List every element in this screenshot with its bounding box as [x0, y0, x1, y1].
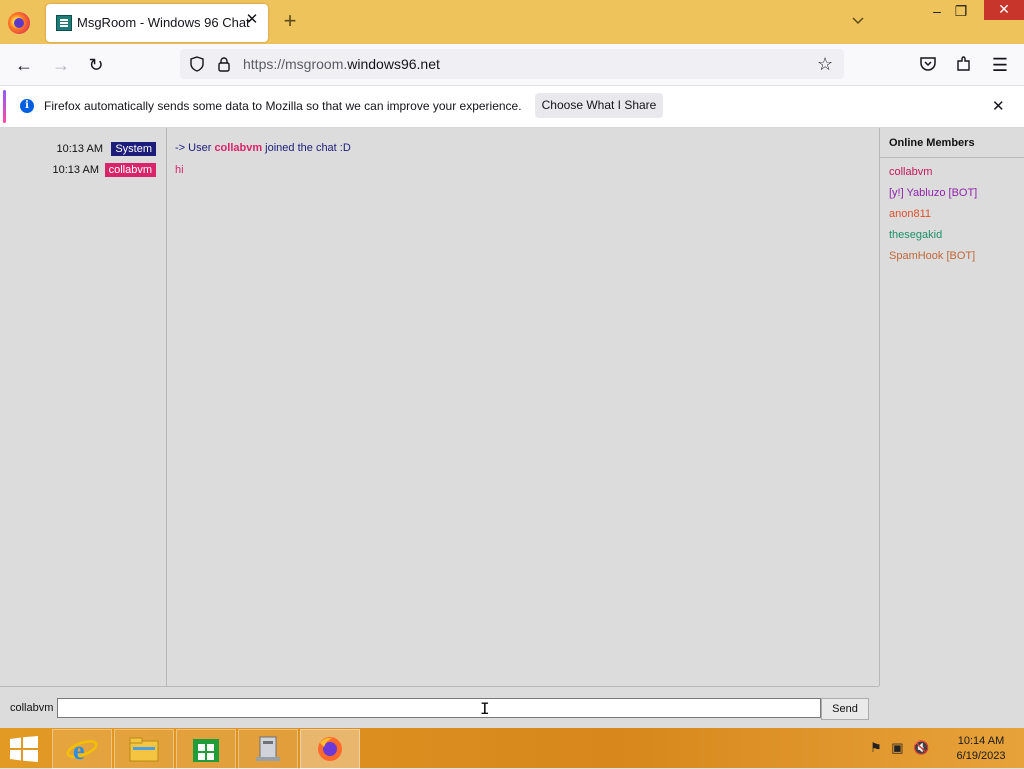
back-icon[interactable]: ← — [14, 55, 34, 75]
message-text: -> User collabvm joined the chat :D — [175, 142, 351, 154]
firefox-view-icon[interactable] — [8, 12, 30, 34]
choose-what-i-share-button[interactable]: Choose What I Share — [535, 93, 663, 118]
windows-taskbar: e ⚑ ▣ 🔇 10:14 AM 6/19/2023 — [0, 728, 1024, 769]
data-reporting-notification: i Firefox automatically sends some data … — [0, 86, 1024, 128]
text-cursor-icon: I — [480, 699, 490, 718]
action-center-flag-icon[interactable]: ⚑ — [870, 740, 882, 755]
message-prefix: -> User — [175, 142, 215, 154]
extensions-icon[interactable] — [955, 55, 973, 73]
taskbar-internet-explorer[interactable]: e — [52, 729, 112, 769]
lock-icon[interactable] — [217, 56, 231, 72]
tracking-protection-shield-icon[interactable] — [189, 56, 205, 72]
address-bar[interactable]: https://msgroom.windows96.net ☆ — [180, 49, 844, 79]
windows-start-icon[interactable] — [10, 736, 38, 762]
file-explorer-icon — [129, 737, 159, 762]
message-meta-column: 10:13 AM System 10:13 AM collabvm — [0, 128, 167, 686]
message-meta-row: 10:13 AM System — [0, 142, 166, 158]
mentioned-user[interactable]: collabvm — [214, 142, 262, 154]
clock-date: 6/19/2023 — [956, 750, 1006, 762]
info-icon: i — [20, 99, 34, 113]
message-suffix: joined the chat :D — [262, 142, 351, 154]
tab-close-icon[interactable]: ✕ — [244, 12, 260, 28]
message-time: 10:13 AM — [52, 164, 99, 176]
member-item[interactable]: [y!] Yabluzo [BOT] — [889, 187, 977, 199]
list-all-tabs-icon[interactable] — [850, 12, 866, 28]
volume-muted-icon[interactable]: 🔇 — [913, 740, 929, 755]
message-input[interactable] — [57, 698, 821, 718]
pocket-icon[interactable] — [919, 55, 937, 73]
notification-message: Firefox automatically sends some data to… — [44, 99, 522, 113]
member-item[interactable]: thesegakid — [889, 229, 942, 241]
taskbar-network-app[interactable] — [238, 729, 298, 769]
internet-explorer-icon: e — [66, 736, 98, 763]
send-button[interactable]: Send — [821, 698, 869, 720]
taskbar-firefox[interactable] — [300, 729, 360, 769]
nickname-label[interactable]: collabvm — [10, 702, 53, 714]
msgroom-app: 10:13 AM System 10:13 AM collabvm -> Use… — [0, 128, 1024, 728]
msgroom-favicon-icon — [56, 15, 72, 31]
bookmark-star-icon[interactable]: ☆ — [817, 54, 833, 75]
svg-text:e: e — [73, 736, 85, 763]
tab-strip: MsgRoom - Windows 96 Chat ✕ + – ❐ ✕ — [0, 0, 1024, 44]
member-item[interactable]: SpamHook [BOT] — [889, 250, 975, 262]
message-log: -> User collabvm joined the chat :D hi — [167, 128, 880, 686]
tab-msgroom[interactable]: MsgRoom - Windows 96 Chat ✕ — [46, 4, 268, 42]
navigation-toolbar: ← → ↻ https://msgroom.windows96.net ☆ ☰ — [0, 44, 1024, 86]
sender-badge[interactable]: System — [111, 142, 156, 156]
computer-icon — [256, 736, 280, 761]
system-tray: ⚑ ▣ 🔇 — [870, 740, 929, 756]
message-text: hi — [175, 164, 184, 176]
network-icon[interactable]: ▣ — [891, 740, 903, 755]
taskbar-file-explorer[interactable] — [114, 729, 174, 769]
members-heading: Online Members — [889, 137, 975, 149]
member-item[interactable]: anon811 — [889, 208, 931, 220]
restore-icon[interactable]: ❐ — [946, 2, 976, 20]
message-body: hi — [175, 164, 184, 176]
members-divider — [880, 157, 1024, 158]
compose-bar: collabvm I Send — [0, 686, 879, 729]
new-tab-icon[interactable]: + — [280, 10, 300, 32]
tab-title: MsgRoom - Windows 96 Chat — [77, 15, 250, 30]
taskbar-store[interactable] — [176, 729, 236, 769]
sender-badge[interactable]: collabvm — [104, 163, 156, 177]
notification-accent — [3, 90, 6, 123]
message-time: 10:13 AM — [56, 143, 103, 155]
reload-icon[interactable]: ↻ — [86, 55, 106, 75]
clock-time: 10:14 AM — [957, 735, 1005, 747]
online-members-panel: Online Members collabvm [y!] Yabluzo [BO… — [880, 128, 1024, 728]
url-text[interactable]: https://msgroom.windows96.net — [243, 56, 440, 72]
app-menu-icon[interactable]: ☰ — [990, 55, 1010, 75]
store-icon — [193, 739, 219, 762]
taskbar-clock[interactable]: 10:14 AM 6/19/2023 — [946, 734, 1016, 764]
forward-icon[interactable]: → — [51, 55, 71, 75]
notification-close-icon[interactable]: ✕ — [992, 97, 1005, 115]
member-item[interactable]: collabvm — [889, 166, 932, 178]
firefox-icon — [318, 737, 342, 761]
message-meta-row: 10:13 AM collabvm — [0, 163, 166, 179]
close-window-icon[interactable]: ✕ — [984, 0, 1024, 20]
